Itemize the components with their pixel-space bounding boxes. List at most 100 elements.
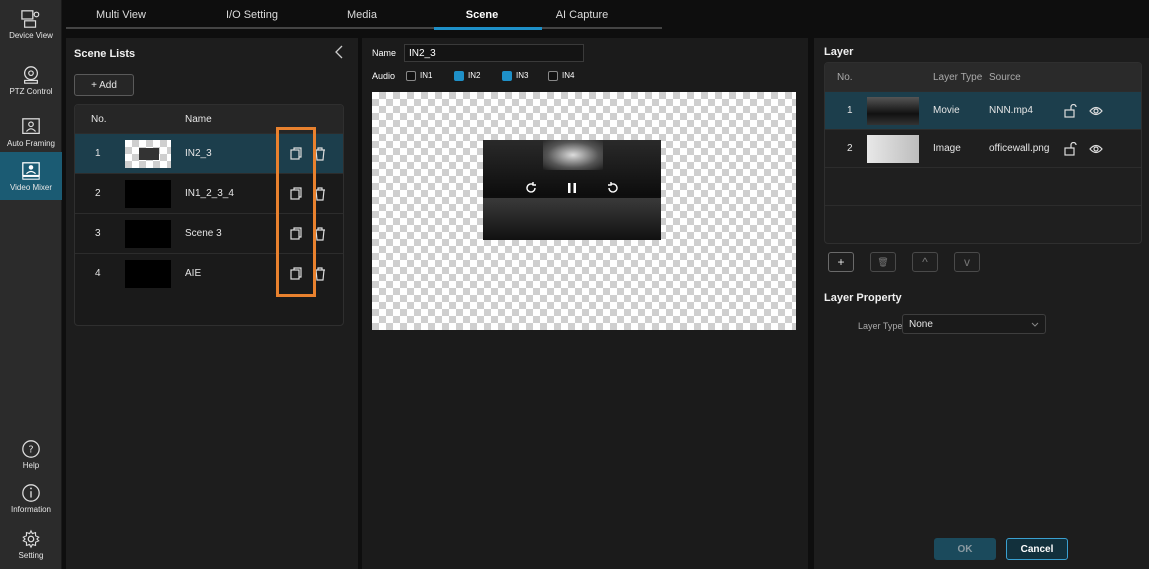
scene-thumbnail [125,260,171,288]
layer-row-empty [825,167,1141,205]
ok-button[interactable]: OK [934,538,996,560]
video-layer-preview[interactable] [483,140,661,240]
scene-no: 1 [95,148,101,159]
layer-row-empty [825,205,1141,243]
layer-thumbnail [867,135,919,163]
copy-column-highlight [276,127,316,297]
layer-type-value: None [909,318,933,330]
layer-table: No. Layer Type Source 1 Movie NNN.mp4 2 … [824,62,1142,244]
col-name: Name [185,114,212,125]
audio-in4-label: IN4 [562,71,575,80]
nav-label: Video Mixer [9,182,53,192]
nav-ptz-control[interactable]: PTZ Control [0,56,62,104]
chevron-down-icon [1031,322,1039,327]
layer-property-title: Layer Property [824,292,902,304]
scene-name-input[interactable] [404,44,584,62]
scene-no: 3 [95,228,101,239]
collapse-chevron-icon[interactable] [332,44,346,60]
layer-thumbnail [867,97,919,125]
layer-no: 2 [847,143,853,154]
layer-panel: Layer No. Layer Type Source 1 Movie NNN.… [814,38,1149,569]
layer-col-source: Source [989,72,1021,83]
auto-framing-icon [22,117,40,134]
scene-name: Scene 3 [185,228,222,239]
nav-label: Device View [9,30,53,40]
replay-icon[interactable] [605,180,621,196]
audio-in3-checkbox[interactable] [502,71,512,81]
nav-label: Auto Framing [6,138,56,148]
layer-type-select[interactable]: None [902,314,1046,334]
audio-in2-label: IN2 [468,71,481,80]
layer-col-no: No. [837,72,853,83]
tab-ai-capture[interactable]: AI Capture [542,0,622,30]
info-icon [22,483,40,502]
add-layer-button[interactable]: + [828,252,854,272]
audio-in1-checkbox[interactable] [406,71,416,81]
svg-text:?: ? [28,444,33,455]
scene-thumbnail [125,140,171,168]
unlock-icon[interactable] [1063,142,1077,156]
nav-help[interactable]: ? Help [0,430,62,478]
nav-label: Setting [18,550,44,560]
layer-type-label: Layer Type [858,321,903,331]
nav-video-mixer[interactable]: Video Mixer [0,152,62,200]
audio-in3-label: IN3 [516,71,529,80]
ptz-camera-icon [24,65,38,84]
preview-canvas[interactable] [372,92,796,330]
video-mixer-icon [22,161,40,180]
layer-row[interactable]: 1 Movie NNN.mp4 [825,91,1141,129]
nav-label: Help [22,460,40,470]
scene-thumbnail [125,180,171,208]
layer-source: NNN.mp4 [989,105,1033,116]
nav-information[interactable]: Information [0,474,62,522]
tab-scene[interactable]: Scene [442,0,522,30]
tab-io-setting[interactable]: I/O Setting [202,0,302,30]
audio-in2-checkbox[interactable] [454,71,464,81]
move-down-button[interactable]: v [954,252,980,272]
layer-type: Image [933,143,961,154]
scene-name: IN1_2_3_4 [185,188,234,199]
tab-multi-view[interactable]: Multi View [76,0,166,30]
nav-label: PTZ Control [9,86,53,96]
nav-device-view[interactable]: Device View [0,0,62,48]
active-tab-indicator [434,27,542,30]
nav-label: Information [10,504,52,514]
scene-name: AIE [185,268,202,279]
device-view-icon [21,9,40,28]
layer-col-type: Layer Type [933,72,983,83]
add-scene-button[interactable]: + Add [74,74,134,96]
scene-name: IN2_3 [185,148,212,159]
layer-source: officewall.png [989,143,1050,154]
eye-icon[interactable] [1089,104,1103,118]
col-no: No. [91,114,107,125]
nav-setting[interactable]: Setting [0,520,62,568]
move-up-button[interactable]: ^ [912,252,938,272]
cancel-button[interactable]: Cancel [1006,538,1068,560]
rewind-icon[interactable] [523,180,539,196]
scene-no: 2 [95,188,101,199]
tab-media[interactable]: Media [332,0,392,30]
unlock-icon[interactable] [1063,104,1077,118]
layer-no: 1 [847,105,853,116]
nav-auto-framing[interactable]: Auto Framing [0,108,62,156]
scene-lists-title: Scene Lists [74,48,136,60]
layer-title: Layer [824,46,854,58]
scene-editor-panel: Name Audio IN1 IN2 IN3 IN4 [362,38,808,569]
audio-in1-label: IN1 [420,71,433,80]
tab-divider [66,27,662,29]
layer-table-header: No. Layer Type Source [825,63,1141,91]
top-tabs: Multi View I/O Setting Media Scene AI Ca… [62,0,1149,30]
scene-thumbnail [125,220,171,248]
eye-icon[interactable] [1089,142,1103,156]
audio-in4-checkbox[interactable] [548,71,558,81]
name-label: Name [372,48,397,58]
delete-layer-button[interactable]: 🗑 [870,252,896,272]
left-nav: Device View PTZ Control Auto Framing Vid… [0,0,62,569]
scene-list-panel: Scene Lists + Add No. Name 1 IN2_3 2 IN1… [66,38,358,569]
pause-icon[interactable] [565,180,579,196]
gear-icon [22,529,40,548]
audio-label: Audio [372,71,396,81]
help-icon: ? [22,439,40,458]
layer-row[interactable]: 2 Image officewall.png [825,129,1141,167]
scene-no: 4 [95,268,101,279]
